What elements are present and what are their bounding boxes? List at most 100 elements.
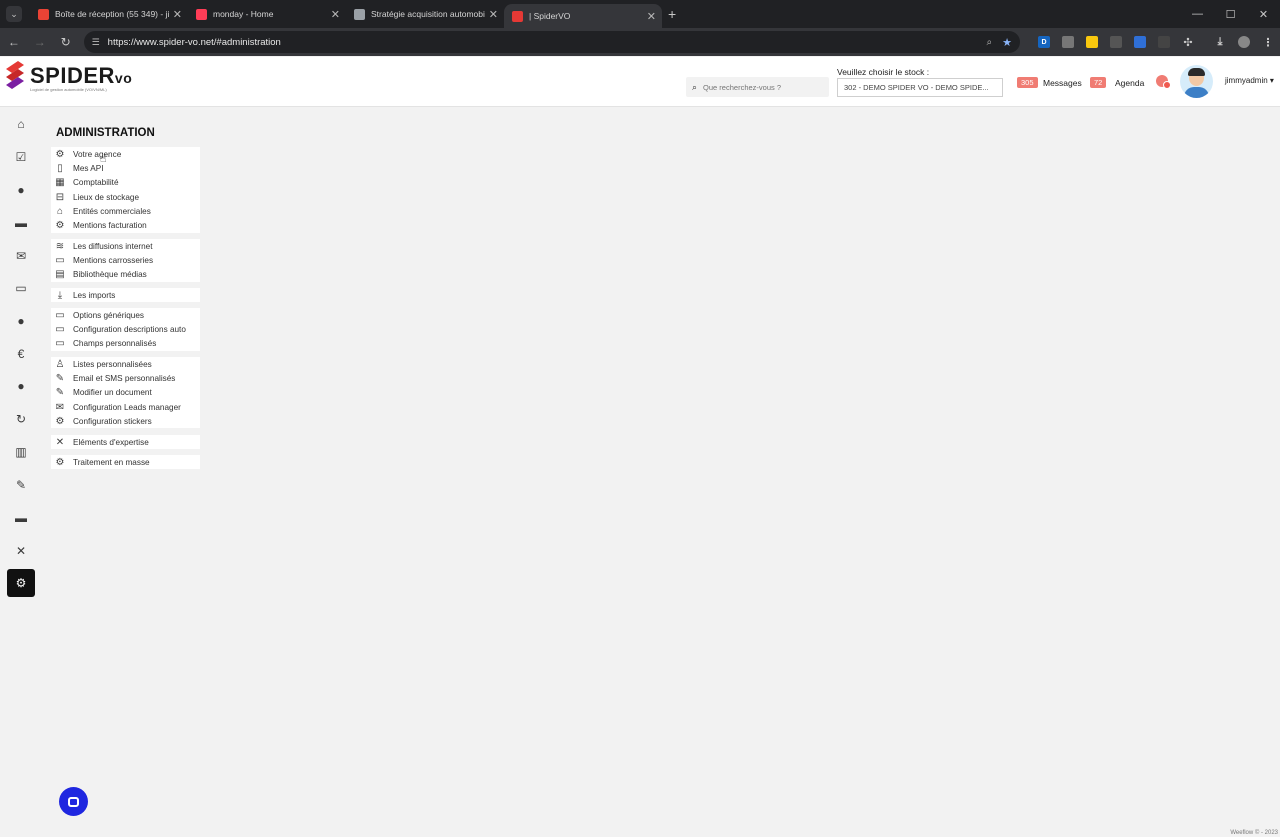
extensions-puzzle-icon[interactable]: ✣ <box>1182 36 1194 49</box>
camera-extension-icon[interactable] <box>1062 36 1074 48</box>
search-input[interactable] <box>703 82 819 92</box>
avatar[interactable] <box>1180 65 1213 98</box>
building-icon: ⌂ <box>56 205 64 217</box>
gear-icon[interactable]: ⚙ <box>7 569 35 597</box>
footer-copyright: Weeflow © - 2023 <box>1230 830 1278 836</box>
browser-tab[interactable]: Boîte de réception (55 349) - jim ✕ <box>30 0 188 28</box>
admin-menu-item[interactable]: ▦ Comptabilité <box>51 176 200 190</box>
browser-tab[interactable]: monday - Home ✕ <box>188 0 346 28</box>
forward-arrow-icon[interactable]: → <box>28 30 52 54</box>
tab-title: monday - Home <box>213 9 274 19</box>
admin-menu-item-label: Mes API <box>73 163 104 173</box>
maximize-icon[interactable]: ☐ <box>1214 0 1247 28</box>
close-tab-icon[interactable]: ✕ <box>489 8 498 21</box>
agenda-count-badge[interactable]: 72 <box>1090 77 1107 88</box>
browser-tab-strip: ⌄ Boîte de réception (55 349) - jim ✕ mond… <box>0 0 1280 28</box>
admin-menu-item[interactable]: ▤ Bibliothèque médias <box>51 268 200 282</box>
tab-favicon-icon <box>512 10 523 22</box>
global-search[interactable]: ⌕ <box>686 77 829 97</box>
site-info-icon[interactable]: ☰ <box>92 37 100 48</box>
edit-icon: ✎ <box>55 372 65 384</box>
euro-icon[interactable]: € <box>7 340 35 368</box>
home-icon[interactable]: ⌂ <box>7 110 35 138</box>
tab-title: | SpiderVO <box>529 11 571 21</box>
calendar-check-icon[interactable]: ☑ <box>7 143 35 171</box>
reload-icon[interactable]: ↻ <box>54 30 78 54</box>
new-tab-button[interactable]: + <box>668 6 676 22</box>
messages-link[interactable]: Messages <box>1043 78 1082 88</box>
admin-menu-item[interactable]: ♙ Listes personnalisées <box>51 357 200 371</box>
edit-icon: ✎ <box>55 387 65 399</box>
admin-menu-item[interactable]: ▭ Champs personnalisés <box>51 337 200 351</box>
admin-menu-item[interactable]: ▭ Mentions carrosseries <box>51 253 200 267</box>
admin-menu-item[interactable]: ⤓ Les imports <box>51 288 200 302</box>
close-tab-icon[interactable]: ✕ <box>647 10 656 23</box>
admin-menu-item-label: Modifier un document <box>73 388 152 398</box>
admin-menu-item[interactable]: ✕ Eléments d'expertise <box>51 435 200 449</box>
piggy-bank-icon[interactable]: ● <box>7 307 35 335</box>
admin-menu-item[interactable]: ≋ Les diffusions internet <box>51 239 200 253</box>
bar-chart-icon[interactable]: ▥ <box>7 438 35 466</box>
back-arrow-icon[interactable]: ← <box>2 30 26 54</box>
notification-bell-icon[interactable] <box>1156 75 1171 89</box>
user-menu[interactable]: jimmyadmin ▾ <box>1225 76 1274 85</box>
admin-menu-group: ⤓ Les imports <box>51 288 200 303</box>
gear-icon: ⚙ <box>55 148 65 160</box>
chat-launcher-button[interactable] <box>59 787 88 816</box>
admin-menu-item[interactable]: ⌂ Entités commerciales <box>51 204 200 218</box>
tab-title: Stratégie acquisition automobil <box>371 9 485 19</box>
translate-extension-icon[interactable] <box>1134 36 1146 48</box>
messages-count-badge[interactable]: 305 <box>1017 77 1038 88</box>
admin-menu-item[interactable]: ⚙ Traitement en masse <box>51 455 200 469</box>
car-icon[interactable]: ▭ <box>7 274 35 302</box>
browser-toolbar: ← → ↻ ☰ https://www.spider-vo.net/#admin… <box>0 28 1280 56</box>
download-icon[interactable]: ⤓ <box>1214 36 1226 48</box>
tab-search-button[interactable]: ⌄ <box>6 6 22 22</box>
extension-icon[interactable]: D <box>1038 36 1050 48</box>
bookmark-star-icon[interactable]: ★ <box>1002 36 1012 49</box>
close-tab-icon[interactable]: ✕ <box>331 8 340 21</box>
tools-icon[interactable]: ✕ <box>7 537 35 565</box>
browser-menu-icon[interactable]: ⋮ <box>1262 36 1274 49</box>
admin-menu-item[interactable]: ⊟ Lieux de stockage <box>51 190 200 204</box>
admin-menu-item[interactable]: ✎ Email et SMS personnalisés <box>51 371 200 385</box>
close-tab-icon[interactable]: ✕ <box>173 8 182 21</box>
tab-title: Boîte de réception (55 349) - jim <box>55 9 169 19</box>
stock-label: Veuillez choisir le stock : <box>837 67 930 77</box>
car-outline-icon: ▭ <box>55 309 65 321</box>
zoom-icon[interactable]: ⌕ <box>987 37 993 48</box>
user-circle-icon[interactable]: ● <box>7 176 35 204</box>
admin-menu-item[interactable]: ⚙ Configuration stickers <box>51 414 200 428</box>
briefcase-icon[interactable]: ▬ <box>7 209 35 237</box>
sync-icon[interactable]: ↻ <box>7 405 35 433</box>
admin-menu-item[interactable]: ✎ Modifier un document <box>51 386 200 400</box>
browser-tab[interactable]: Stratégie acquisition automobil ✕ <box>346 0 504 28</box>
logo-text: SPIDERvo <box>30 63 133 88</box>
admin-menu-item[interactable]: ▯ Mes API <box>51 161 200 175</box>
admin-menu-item[interactable]: ▭ Options génériques <box>51 308 200 322</box>
close-window-icon[interactable]: ✕ <box>1247 0 1280 28</box>
admin-menu-group: ✕ Eléments d'expertise <box>51 435 200 450</box>
notes-extension-icon[interactable] <box>1086 36 1098 48</box>
extension-icon[interactable] <box>1110 36 1122 48</box>
agenda-link[interactable]: Agenda <box>1115 78 1144 88</box>
admin-menu-item[interactable]: ✉ Configuration Leads manager <box>51 400 200 414</box>
users-icon[interactable]: ● <box>7 372 35 400</box>
stock-select[interactable]: 302 - DEMO SPIDER VO - DEMO SPIDE... <box>837 78 1003 97</box>
admin-menu-item[interactable]: ⚙ Mentions facturation <box>51 218 200 232</box>
admin-menu-item[interactable]: ⚙ Votre agence <box>51 147 200 161</box>
wrench-icon[interactable]: ✎ <box>7 471 35 499</box>
address-bar[interactable]: ☰ https://www.spider-vo.net/#administrat… <box>83 31 1020 53</box>
tab-favicon-icon <box>196 8 207 20</box>
profile-avatar-icon[interactable] <box>1238 36 1250 48</box>
truck-icon[interactable]: ▬ <box>7 504 35 532</box>
admin-menu-item-label: Les imports <box>73 290 116 300</box>
admin-menu-item-label: Mentions carrosseries <box>73 255 154 265</box>
admin-menu-item[interactable]: ▭ Configuration descriptions auto <box>51 322 200 336</box>
browser-tab[interactable]: | SpiderVO ✕ <box>504 4 662 28</box>
extension-icon[interactable] <box>1158 36 1170 48</box>
minimize-icon[interactable]: — <box>1181 0 1214 28</box>
envelope-icon[interactable]: ✉ <box>7 242 35 270</box>
url-text[interactable]: https://www.spider-vo.net/#administratio… <box>108 37 987 48</box>
admin-menu-item-label: Votre agence <box>73 149 122 159</box>
